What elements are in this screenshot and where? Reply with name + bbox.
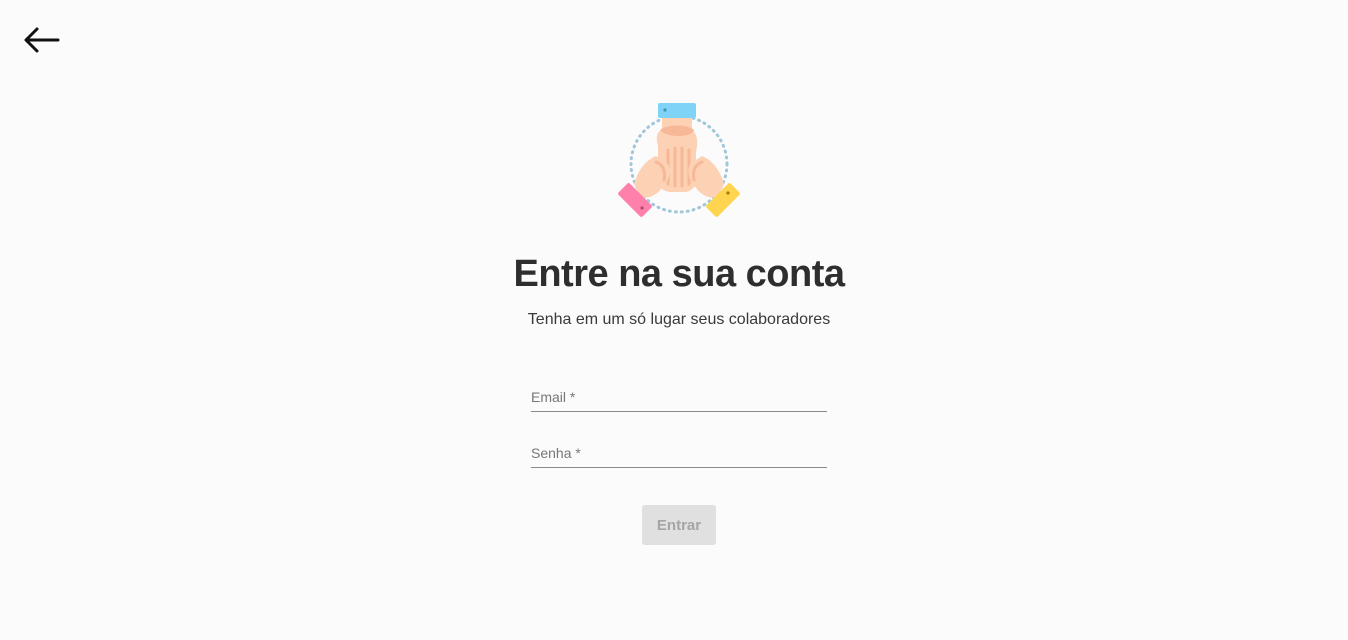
login-button[interactable]: Entrar [642, 505, 716, 545]
back-button[interactable] [20, 24, 62, 56]
team-hands-icon [618, 103, 740, 217]
email-field[interactable]: Email * [531, 387, 831, 412]
email-input[interactable] [531, 387, 831, 411]
login-page: Entre na sua conta Tenha em um só lugar … [0, 0, 1348, 640]
password-field[interactable]: Senha * [531, 443, 831, 468]
page-title: Entre na sua conta [513, 253, 845, 295]
password-input[interactable] [531, 443, 831, 467]
page-subtitle: Tenha em um só lugar seus colaboradores [527, 311, 831, 328]
arrow-left-icon [24, 27, 60, 53]
